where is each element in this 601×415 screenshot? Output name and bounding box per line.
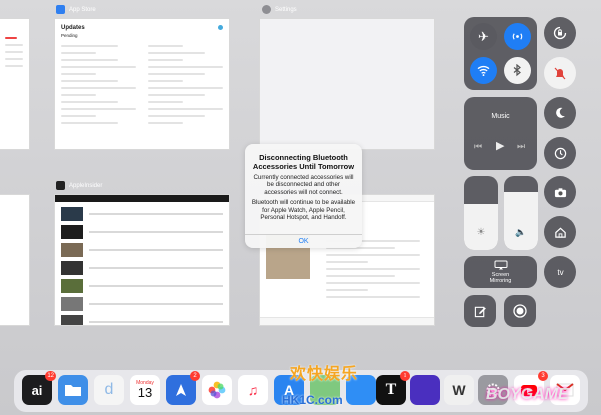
timer-icon [554, 147, 566, 159]
speaker-icon: 🔈 [515, 227, 527, 237]
apple-tv-remote-button[interactable]: tv [544, 256, 576, 288]
bell-mute-icon [554, 67, 566, 79]
sun-icon: ☀ [476, 227, 486, 238]
cellular-toggle[interactable] [504, 23, 531, 50]
music-app-icon[interactable]: ♫ [238, 375, 268, 405]
wifi-icon [477, 65, 490, 76]
music-label: Music [491, 113, 510, 120]
bluetooth-alert: Disconnecting Bluetooth Accessories Unti… [245, 144, 362, 248]
home-button[interactable] [544, 216, 576, 248]
brightness-slider[interactable]: ☀ [464, 176, 498, 250]
bluetooth-icon [513, 64, 521, 77]
appleinsider-icon [56, 181, 65, 190]
w-app-icon[interactable]: W [444, 375, 474, 405]
previous-track-icon[interactable]: ⏮ [474, 141, 482, 152]
appleinsider-card[interactable] [54, 194, 230, 326]
photos-icon[interactable] [202, 375, 232, 405]
left-partial-card[interactable] [0, 18, 30, 150]
calendar-date-label: 13 [137, 385, 153, 400]
screen-record-button[interactable] [504, 295, 536, 327]
home-icon [554, 227, 566, 238]
app-store-title: Updates [61, 25, 85, 31]
photos-flower-icon [208, 381, 226, 399]
music-panel [464, 97, 537, 170]
badge: 3 [538, 371, 548, 381]
badge: 12 [45, 371, 56, 381]
volume-slider[interactable]: 🔈 [504, 176, 538, 250]
folder-icon [65, 385, 81, 396]
gear-icon [262, 5, 271, 14]
antenna-icon [512, 33, 523, 40]
watermark-cn: 欢快娱乐 [290, 366, 359, 383]
nytimes-icon[interactable]: T1 [376, 371, 410, 405]
bluetooth-toggle[interactable] [504, 57, 531, 84]
night-mode-button[interactable] [544, 97, 576, 129]
app-store-icon [56, 5, 65, 14]
screen-mirroring-label: Screen Mirroring [489, 272, 512, 284]
rotation-lock-icon [553, 26, 567, 40]
app-store-card[interactable]: Updates Pending [54, 18, 230, 150]
rotation-lock-button[interactable] [544, 17, 576, 49]
appleinsider-label: AppleInsider [56, 181, 102, 190]
ok-button[interactable]: OK [245, 234, 362, 248]
alert-body-1: Currently connected accessories will be … [253, 174, 354, 196]
camera-icon [554, 187, 566, 197]
timer-button[interactable] [544, 137, 576, 169]
notes-button[interactable] [464, 295, 496, 327]
alert-body-2: Bluetooth will continue to be available … [251, 199, 356, 222]
camera-button[interactable] [544, 176, 576, 208]
note-edit-icon [474, 306, 486, 317]
settings-label: Settings [262, 5, 297, 14]
app-store-label: App Store [56, 5, 96, 14]
wifi-toggle[interactable] [470, 57, 497, 84]
app-store-subtitle: Pending [61, 33, 78, 38]
left-partial-card-2[interactable] [0, 194, 30, 326]
alert-title: Disconnecting Bluetooth Accessories Unti… [252, 153, 355, 171]
calendar-icon[interactable]: Monday 13 [130, 375, 160, 405]
badge: 2 [190, 371, 200, 381]
airplane-mode-toggle[interactable]: ✈ [470, 23, 497, 50]
screen-mirroring-icon [494, 260, 507, 270]
watermark-boygame: BOYGAME [486, 386, 569, 403]
files-icon[interactable] [58, 375, 88, 405]
record-icon [513, 304, 527, 318]
do-not-disturb-button[interactable] [544, 57, 576, 89]
yahoo-icon[interactable] [410, 375, 440, 405]
ai-app-icon[interactable]: ai 12 [22, 371, 56, 405]
testflight-icon[interactable]: 2 [166, 371, 200, 405]
watermark-site: HK1C.com [282, 393, 343, 407]
apple-tv-label: tv [557, 267, 564, 277]
screen-mirroring-button[interactable]: Screen Mirroring [464, 256, 537, 288]
badge: 1 [400, 371, 410, 381]
play-icon[interactable]: ▶ [496, 139, 504, 152]
settings-card[interactable] [259, 18, 435, 150]
moon-icon [556, 107, 565, 118]
dict-icon[interactable]: d [94, 375, 124, 405]
next-track-icon[interactable]: ⏭ [517, 141, 525, 152]
arrow-icon [176, 384, 186, 396]
